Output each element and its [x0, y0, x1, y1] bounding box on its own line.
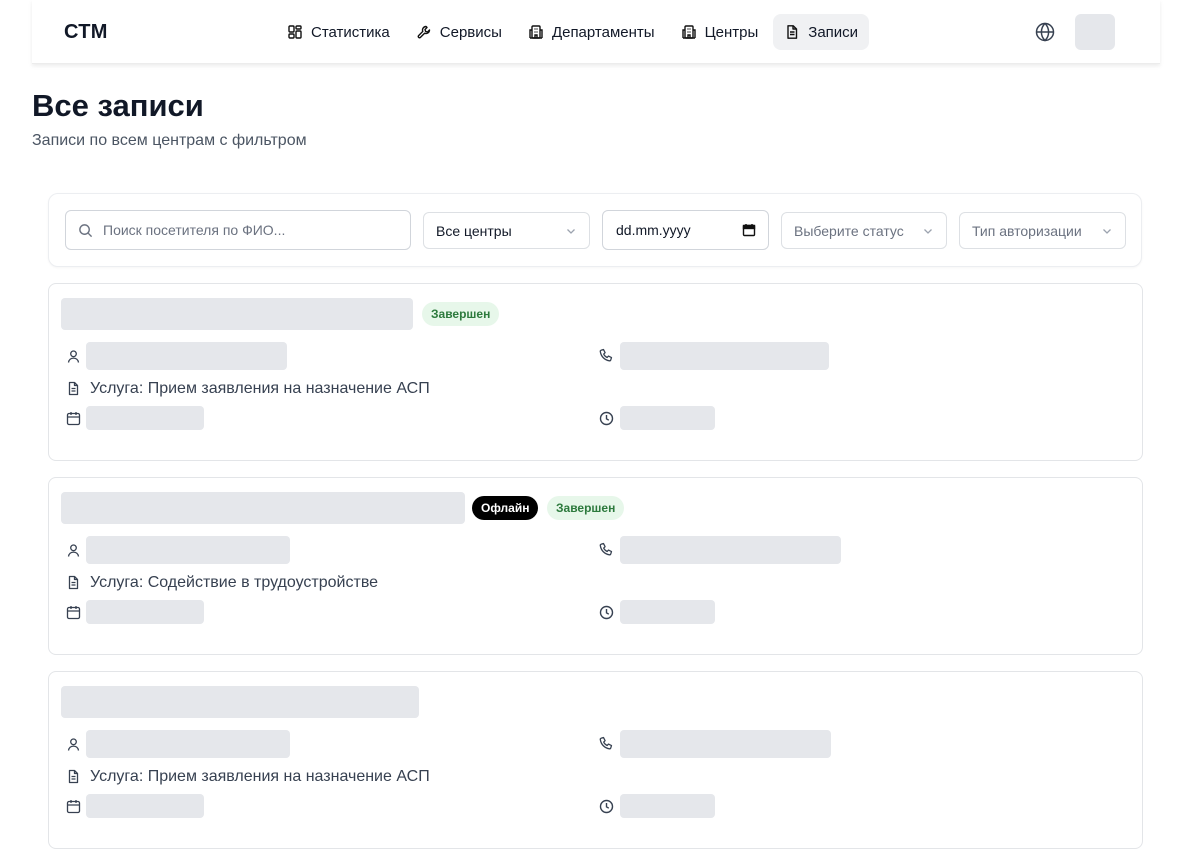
visitor-placeholder	[86, 536, 290, 564]
date-input-placeholder: dd.mm.yyyy	[616, 222, 691, 238]
document-icon	[68, 575, 79, 590]
top-navbar: СТМ Статистика Сервисы Департаменты Цент…	[32, 0, 1160, 64]
nav-item-centers[interactable]: Центры	[670, 14, 770, 50]
date-placeholder	[86, 406, 204, 430]
service-name: Услуга: Прием заявления на назначение АС…	[90, 768, 430, 785]
phone-icon	[599, 736, 613, 750]
time-placeholder	[620, 794, 715, 818]
visitor-name-placeholder	[61, 686, 419, 718]
building-icon	[681, 25, 696, 39]
status-select[interactable]: Выберите статус	[781, 212, 947, 249]
clock-icon	[599, 605, 614, 620]
avatar[interactable]	[1075, 14, 1115, 50]
chevron-down-icon	[924, 228, 932, 234]
record-card[interactable]: Услуга: Прием заявления на назначение АС…	[48, 671, 1143, 849]
nav-item-label: Записи	[808, 23, 859, 41]
nav-item-label: Центры	[704, 23, 759, 41]
record-card[interactable]: Завершен Услуга: Прием заявления на назн…	[48, 283, 1143, 461]
status-select-placeholder: Выберите статус	[794, 222, 904, 239]
document-icon	[68, 769, 79, 784]
visitor-placeholder	[86, 342, 287, 370]
nav-item-records[interactable]: Записи	[773, 14, 870, 50]
clock-icon	[599, 411, 614, 426]
app-logo[interactable]: СТМ	[64, 21, 108, 44]
auth-type-select-placeholder: Тип авторизации	[972, 222, 1082, 239]
calendar-icon	[66, 800, 81, 814]
nav-item-label: Департаменты	[551, 23, 655, 41]
status-badge: Завершен	[547, 496, 625, 520]
nav-item-services[interactable]: Сервисы	[405, 14, 513, 50]
nav-item-label: Сервисы	[439, 23, 502, 41]
visitor-name-placeholder	[61, 298, 413, 330]
center-select-value: Все центры	[436, 222, 512, 239]
user-icon	[67, 544, 80, 557]
nav-item-statistics[interactable]: Статистика	[276, 14, 401, 50]
nav-item-label: Статистика	[311, 23, 390, 41]
search-icon	[79, 223, 93, 237]
date-placeholder	[86, 600, 204, 624]
calendar-icon	[66, 412, 81, 426]
visitor-name-placeholder	[61, 492, 465, 524]
time-placeholder	[620, 406, 715, 430]
phone-placeholder	[620, 730, 831, 758]
phone-icon	[599, 348, 613, 362]
phone-placeholder	[620, 536, 841, 564]
main-nav: Статистика Сервисы Департаменты Центры З…	[276, 14, 870, 50]
center-select[interactable]: Все центры	[423, 212, 590, 249]
service-name: Услуга: Прием заявления на назначение АС…	[90, 380, 430, 397]
wrench-icon	[417, 25, 430, 39]
calendar-icon[interactable]	[742, 223, 756, 237]
globe-icon[interactable]	[1034, 21, 1056, 43]
user-icon	[67, 738, 80, 751]
phone-icon	[599, 542, 613, 556]
chevron-down-icon	[1103, 228, 1111, 234]
page-title: Все записи	[32, 88, 204, 123]
search-field[interactable]	[65, 210, 411, 250]
document-icon	[787, 25, 798, 39]
auth-type-select[interactable]: Тип авторизации	[959, 212, 1126, 249]
record-card[interactable]: Офлайн Завершен Услуга: Содействие в тру…	[48, 477, 1143, 655]
grid-icon	[288, 25, 302, 39]
calendar-icon	[66, 606, 81, 620]
time-placeholder	[620, 600, 715, 624]
date-placeholder	[86, 794, 204, 818]
document-icon	[68, 381, 79, 396]
status-badge: Завершен	[422, 302, 500, 326]
phone-placeholder	[620, 342, 829, 370]
search-input[interactable]	[103, 222, 393, 238]
nav-item-departments[interactable]: Департаменты	[517, 14, 666, 50]
user-icon	[67, 350, 80, 363]
clock-icon	[599, 799, 614, 814]
filter-bar: Все центры dd.mm.yyyy Выберите статус Ти…	[48, 193, 1142, 267]
offline-badge: Офлайн	[472, 496, 539, 520]
building-icon	[529, 25, 543, 39]
date-input[interactable]: dd.mm.yyyy	[602, 210, 769, 250]
visitor-placeholder	[86, 730, 290, 758]
page-subtitle: Записи по всем центрам с фильтром	[32, 132, 307, 149]
chevron-down-icon	[567, 228, 575, 234]
service-name: Услуга: Содействие в трудоустройстве	[90, 574, 379, 591]
